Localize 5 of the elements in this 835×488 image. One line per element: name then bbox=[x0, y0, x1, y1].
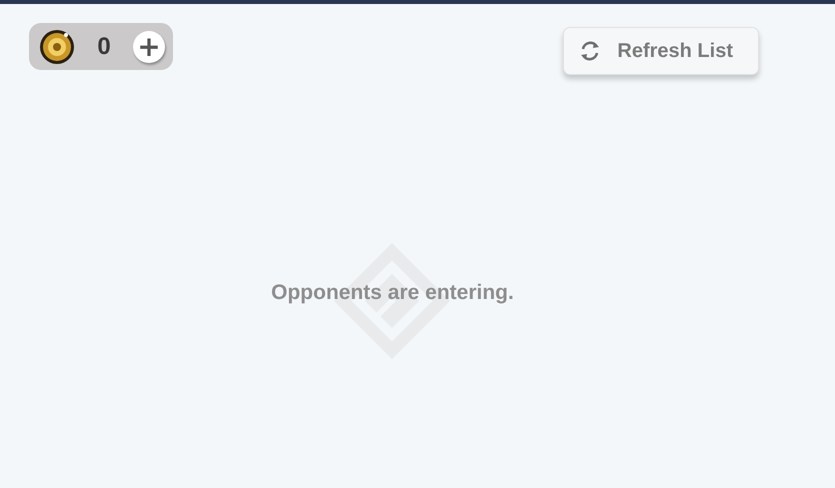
coin-icon bbox=[39, 28, 75, 64]
refresh-list-button[interactable]: Refresh List bbox=[563, 27, 759, 75]
add-currency-button[interactable]: + bbox=[133, 30, 165, 62]
status-message: Opponents are entering. bbox=[271, 281, 514, 304]
currency-amount: 0 bbox=[97, 32, 111, 60]
